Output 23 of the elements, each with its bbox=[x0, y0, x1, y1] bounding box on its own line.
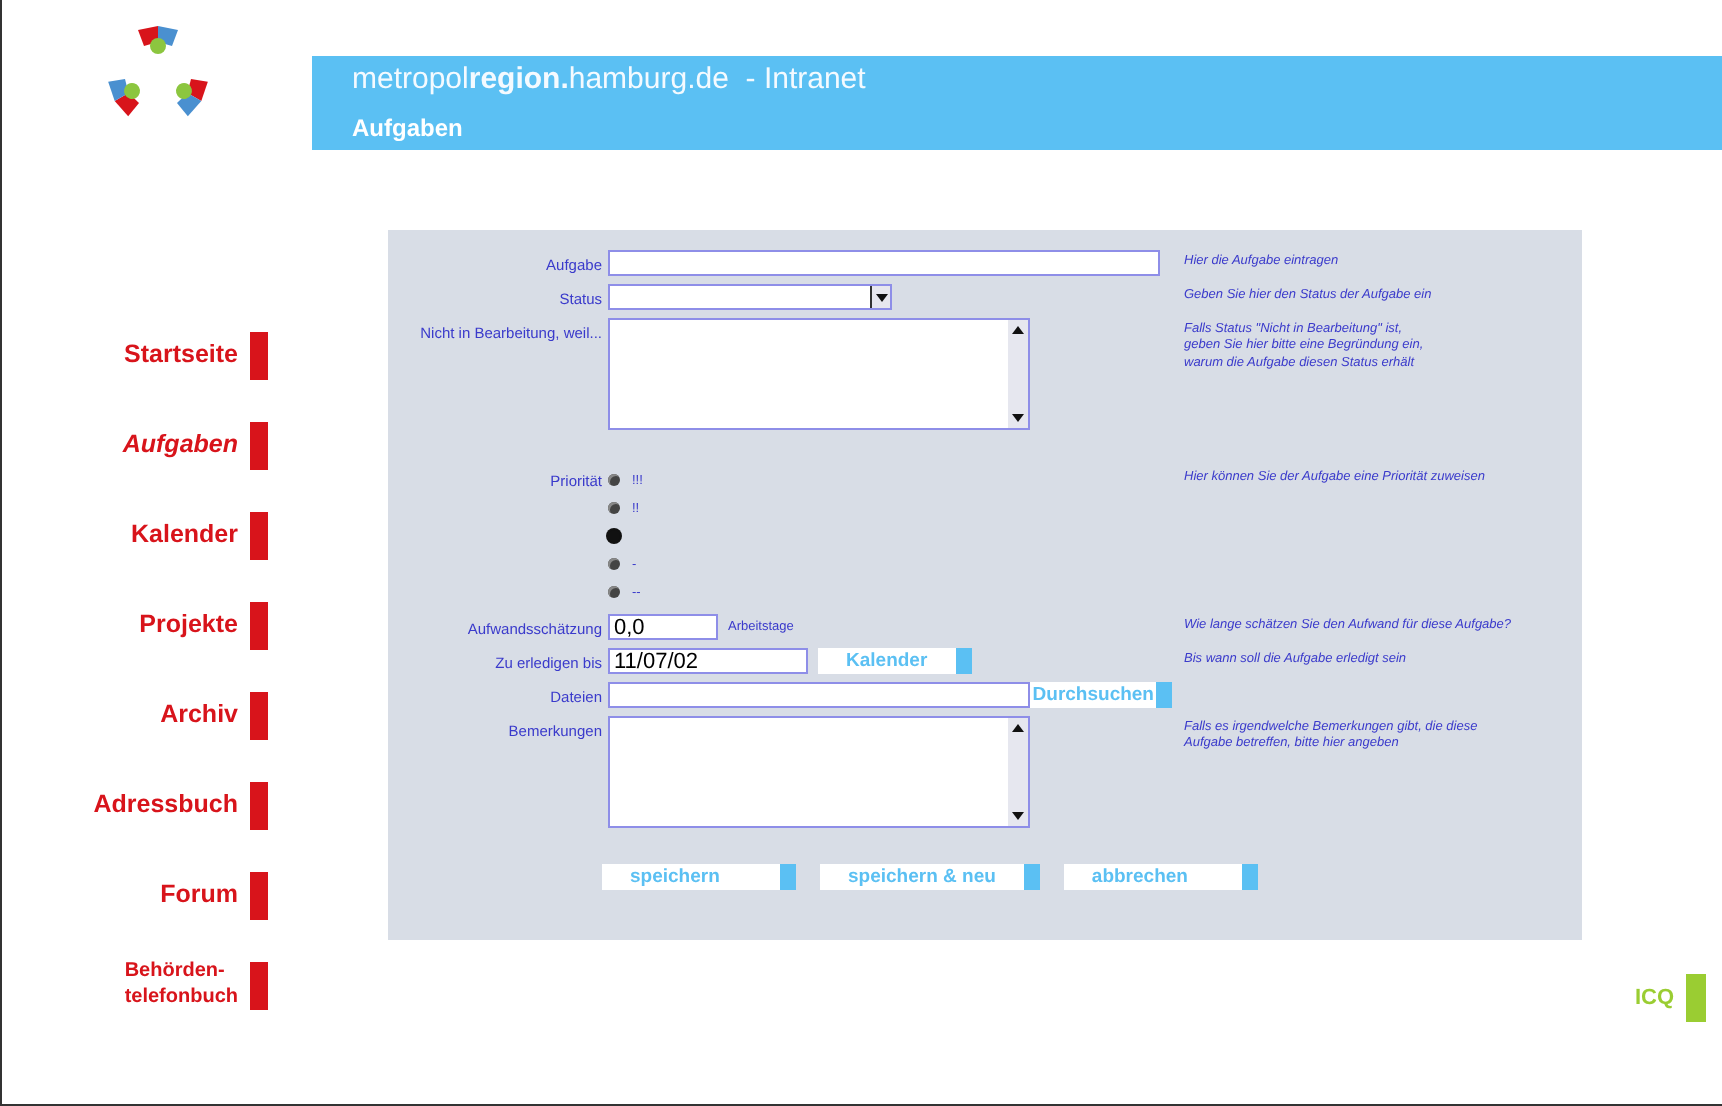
scrollbar-drawing[interactable] bbox=[1008, 320, 1028, 428]
radio-button[interactable] bbox=[608, 586, 620, 598]
file-field[interactable] bbox=[608, 682, 1031, 708]
status-dropdown[interactable] bbox=[608, 284, 892, 310]
site-title: metropolregion.hamburg.de - Intranet bbox=[352, 62, 868, 96]
radio-button[interactable] bbox=[608, 558, 620, 570]
radio-button[interactable] bbox=[608, 530, 620, 542]
nav-link[interactable]: Projekte bbox=[2, 580, 312, 670]
nav-link[interactable]: Behörden- telefonbuch bbox=[2, 940, 312, 1030]
date-field[interactable]: 11/07/02 bbox=[608, 648, 808, 674]
nav-link[interactable]: Aufgaben bbox=[2, 400, 312, 490]
nav-link[interactable]: Archiv bbox=[2, 670, 312, 760]
text-field[interactable] bbox=[608, 250, 1160, 276]
caret-icon bbox=[875, 293, 887, 301]
nav-link[interactable]: Startseite bbox=[2, 310, 312, 400]
nav-link[interactable]: Forum bbox=[2, 850, 312, 940]
radio-button[interactable] bbox=[608, 502, 620, 514]
section-title: Aufgaben bbox=[352, 114, 465, 142]
nav-link[interactable]: Kalender bbox=[2, 490, 312, 580]
nav-link[interactable]: Adressbuch bbox=[2, 760, 312, 850]
scrollbar-drawing[interactable] bbox=[1008, 718, 1028, 826]
radio-button[interactable] bbox=[608, 474, 620, 486]
number-field[interactable]: 0,0 bbox=[608, 614, 718, 640]
